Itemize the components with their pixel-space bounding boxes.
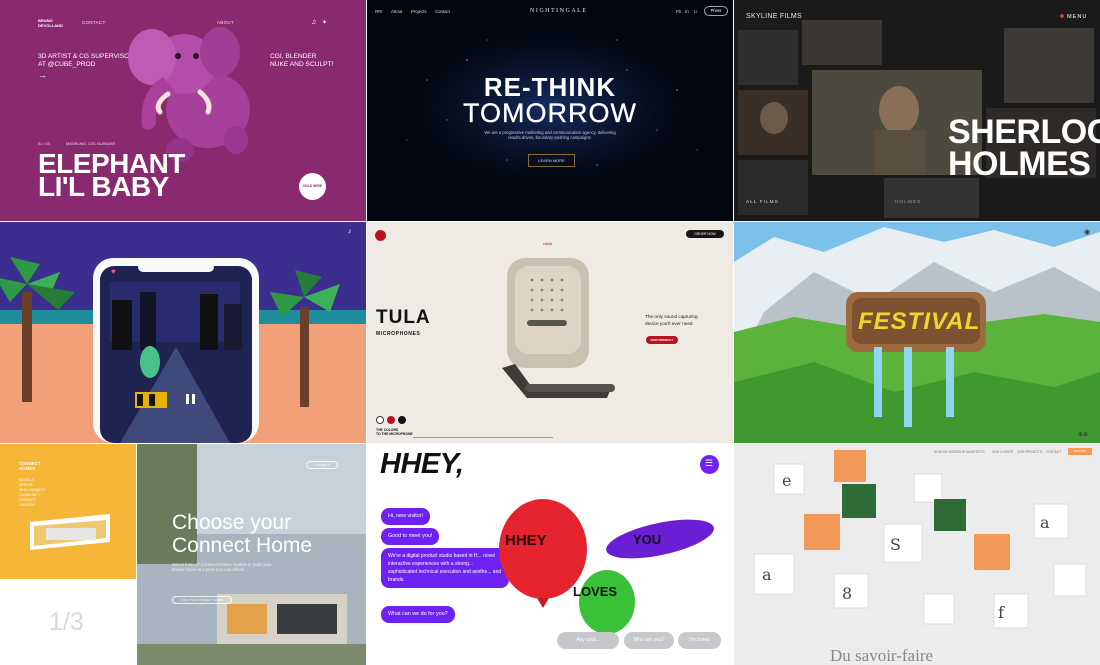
hold-here-button[interactable]: HOLD HERE [299,173,326,200]
social-in[interactable]: In [685,9,689,14]
colors-label: THE COLORS TO THE MICROPHONE [376,428,413,437]
film-grid [734,0,1100,221]
order-now-button[interactable]: ORDER NOW [686,230,724,238]
tile-hhey[interactable]: HHEY, ☰ Hi, new visitor! Good to meet yo… [367,444,733,665]
chat-bubble: What can we do for you? [381,606,455,623]
reply-chip[interactable]: I'm bored [678,632,721,649]
brand-logo[interactable]: CONNECT HOMES [19,461,41,471]
balloon-word: YOU [633,532,662,547]
site-logo[interactable]: NIGHTINGALE [530,8,588,14]
project-counter: 01 / 03 [38,142,50,146]
svg-text:a: a [1040,513,1050,532]
zoom-icon[interactable]: ⊕⊕ [1078,431,1088,438]
tile-cubes[interactable]: eSa 8af HOW WE WORK OUR MANIFESTO OUR CL… [734,444,1100,665]
sound-icon[interactable]: ♪ [348,228,352,235]
all-films-link[interactable]: ALL FILMS [746,200,779,205]
swatch-red[interactable] [387,416,395,424]
microphone-illustration [502,258,615,398]
headline-second: TOMORROW [463,98,637,128]
site-logo[interactable]: HHEY, [380,448,464,481]
tile-elephant[interactable]: BRUNO DEVOLLAND CONTACT ABOUT ♫ ✦ 3D ART… [0,0,366,221]
subtitle: We are a progressive marketing and commu… [484,130,616,141]
project-tags: MODELING, CGI, BLENDER [66,142,116,146]
swatch-black[interactable] [398,416,406,424]
divider [413,437,553,438]
product-description: The only sound capturing device you'll e… [645,314,698,326]
cubes-scene: eSa 8af [734,444,1100,665]
social-fb[interactable]: Fb [676,9,681,14]
reply-chip[interactable]: Who are you? [624,632,674,649]
nav-home[interactable]: RRI [375,9,382,14]
svg-text:S: S [890,535,901,554]
press-button[interactable]: Press [704,6,728,16]
svg-text:a: a [762,565,772,584]
tile-nightingale[interactable]: RRI About Projects Contact NIGHTINGALE F… [367,0,733,221]
find-product-button[interactable]: FIND PRODUCT [646,336,678,344]
reply-chip[interactable]: Any cool... [557,632,619,649]
product-title: TULA [376,307,431,328]
balloon-word: HHEY [505,532,547,549]
language-button[interactable]: ENGLISH [1068,448,1092,455]
tile-connect-homes[interactable]: CONNECT HOMES MODELS DESIGN WHY CONNECT … [0,444,366,665]
nav-contact[interactable]: CONTACT [82,20,106,25]
menu-button[interactable]: MENU [1067,14,1087,20]
connect-button[interactable]: CONNECT [306,461,338,469]
film-title: SHERLOCK HOLMES [948,113,1100,183]
swatch-white[interactable] [376,416,384,424]
tile-pixel-game[interactable]: ♥ ♪ [0,222,366,443]
footer-tagline: Du savoir-faire [830,646,934,665]
svg-text:8: 8 [842,584,852,603]
nav-why-connect[interactable]: WHY CONNECT [19,488,45,493]
nav-projects[interactable]: Projects [411,9,427,14]
svg-text:e: e [782,471,791,490]
learn-more-button[interactable]: LEARN MORE [528,154,575,167]
product-subtitle: MICROPHONES [376,331,421,337]
twitter-icon[interactable]: ✦ [322,19,327,26]
menu-dot-icon [1060,14,1064,18]
nav-list: MODELS DESIGN WHY CONNECT COMMUNITY CONT… [19,478,45,507]
sound-icon[interactable]: ◉ [1084,228,1090,236]
nav-contact[interactable]: CONTACT [1046,450,1061,454]
house-model [30,514,110,550]
slide-pager: 1/3 [49,608,84,636]
social-li[interactable]: Li [694,9,697,14]
nav-contact[interactable]: Contact [435,9,450,14]
logo-icon[interactable] [375,230,386,241]
project-title: ELEPHANT LI'L BABY [38,148,185,202]
chat-bubble: Hi, new visitor! [381,508,431,525]
nav-gallery[interactable]: GALLERY [19,503,45,508]
pixel-scene [0,222,366,443]
heart-icon: ♥ [111,267,116,276]
brand-logo[interactable]: BRUNO DEVOLLAND [38,18,63,28]
skills-text: CGI, BLENDER NUKE AND SCULPT! [270,53,334,68]
music-icon[interactable]: ♫ [311,19,316,26]
hero-body: Select from 10 Connect Homes models to b… [172,562,272,573]
balloon-word: LOVES [573,584,618,599]
find-home-button[interactable]: FIND YOUR CONNECT HOME [172,596,232,604]
tile-tula[interactable]: vitula ORDER NOW TULA MICROPHONES The on… [367,222,733,443]
nav-projects[interactable]: OUR PROJECTS [1017,450,1042,454]
chat-bubble: Good to meet you! [381,528,440,545]
nav-about[interactable]: About [391,9,402,14]
selected-film-label: HOLMES [895,200,922,205]
site-logo[interactable]: SKYLINE FILMS [746,13,802,20]
festival-logo: FESTIVAL [858,308,981,335]
menu-icon: ☰ [705,458,714,468]
arrow-right-icon[interactable]: → [38,70,47,80]
nav-manifesto[interactable]: OUR MANIFESTO [958,450,985,454]
balloons-illustration [499,499,714,640]
nav-clients[interactable]: OUR CLIENTS [992,450,1013,454]
hero-headline: Choose your Connect Home [172,511,313,557]
tile-festival[interactable]: FESTIVAL ◉ ⊕⊕ [734,222,1100,443]
signature-text: vitula [543,242,552,246]
tile-skyline-films[interactable]: SKYLINE FILMS MENU SHERLOCK HOLMES ALL F… [734,0,1100,221]
nav-how-we-work[interactable]: HOW WE WORK [934,450,959,454]
